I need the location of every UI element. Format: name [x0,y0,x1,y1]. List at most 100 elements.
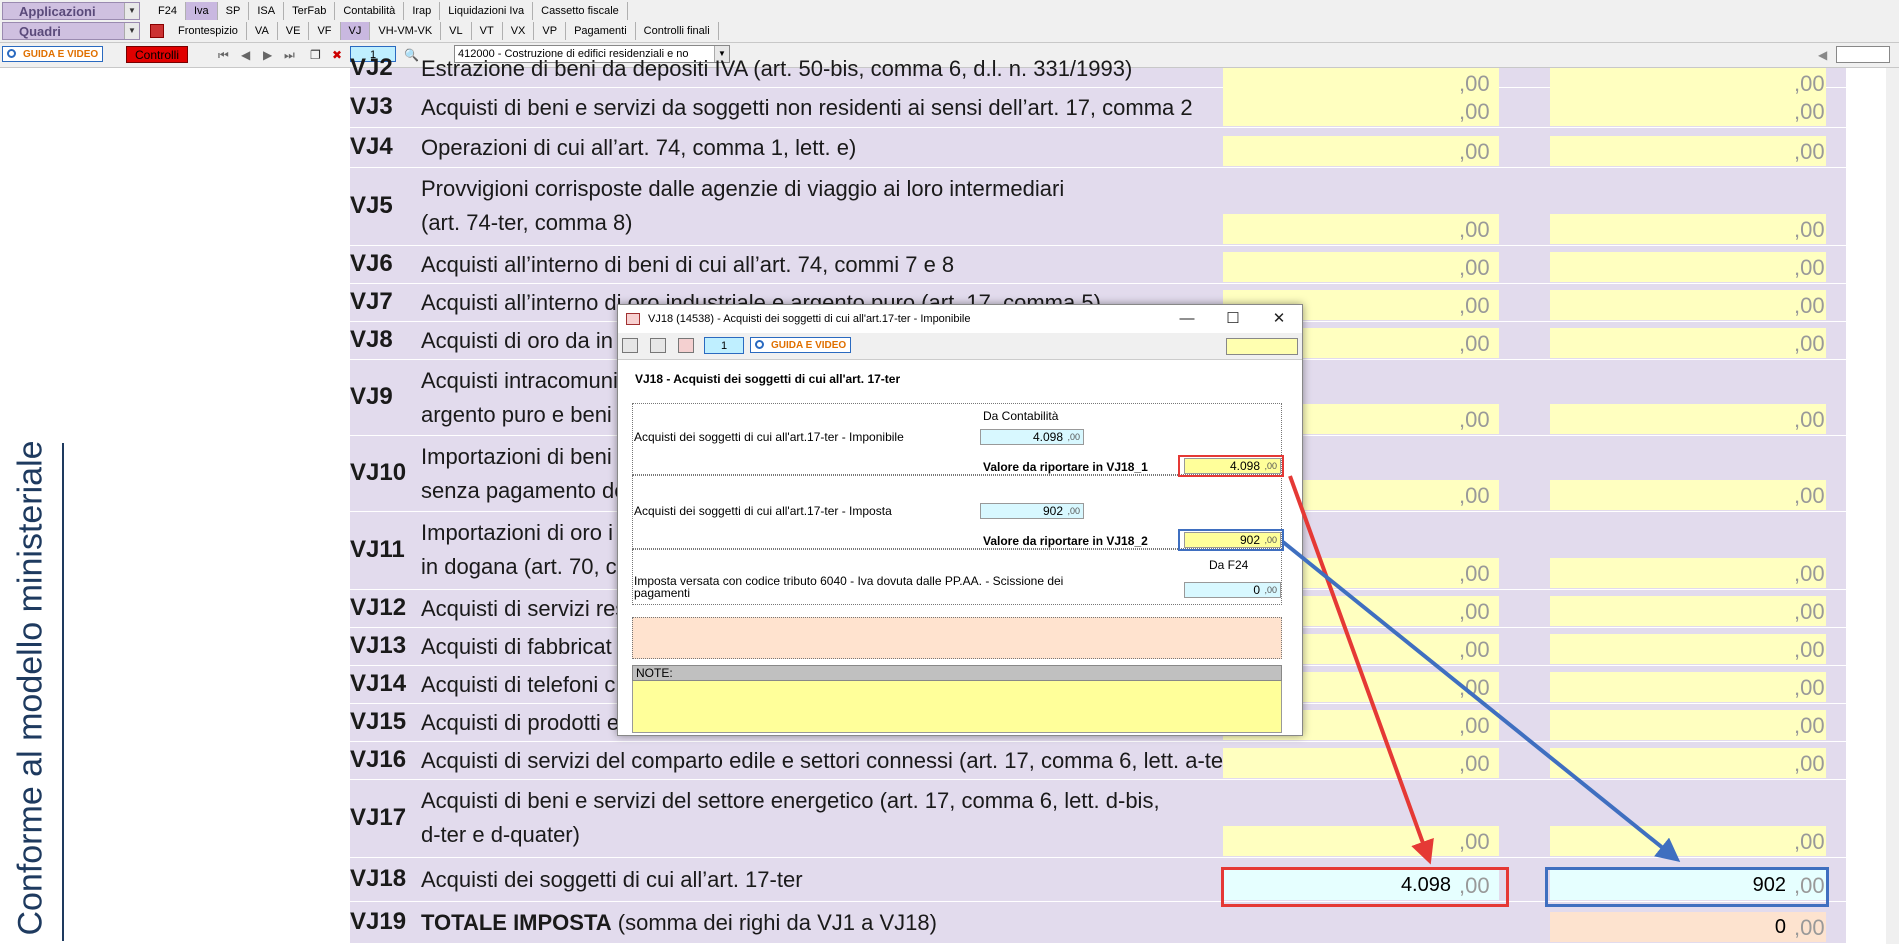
row-description: Acquisti di servizi res [421,596,627,621]
tab-vj[interactable]: VJ [340,22,371,40]
imposta-value: 902 [1042,504,1063,518]
tab-controlli-finali[interactable]: Controlli finali [636,22,719,40]
versata-field[interactable]: 0,00 [1184,582,1281,598]
form-row-vj3: VJ3 Acquisti di beni e servizi da soggett… [350,88,1846,128]
tab-sp[interactable]: SP [218,2,250,20]
tab-cassetto-fiscale[interactable]: Cassetto fiscale [533,2,628,20]
field-vj10-b[interactable] [1550,480,1826,510]
row-description-bold: TOTALE IMPOSTA [421,910,612,935]
quadri-dropdown[interactable]: Quadri ▼ [2,22,140,40]
row-description: Estrazione di beni da depositi IVA (art.… [421,56,1133,81]
field-vj5-b[interactable] [1550,214,1826,244]
cents-vj5-b: ,00 [1794,217,1825,242]
field-vj17-b[interactable] [1550,826,1826,856]
first-icon[interactable]: ⏮ [218,48,229,63]
row-code: VJ17 [350,804,407,831]
tab-ve[interactable]: VE [278,22,310,40]
scroll-left-icon[interactable]: ◀ [1818,48,1827,62]
tab-isa[interactable]: ISA [249,2,285,20]
dialog-yellow-field[interactable] [1226,338,1298,355]
prev-icon[interactable]: ◀ [241,48,250,62]
search-icon[interactable]: 🔍 [404,48,419,62]
field-vj3-a[interactable] [1223,96,1499,126]
cents-vj4-a: ,00 [1459,139,1490,164]
cents: ,00 [1067,432,1080,442]
tab-contabilit-[interactable]: Contabilità [335,2,405,20]
field-vj8-b[interactable] [1550,328,1826,358]
row-code: VJ7 [350,288,393,315]
field-vj7-b[interactable] [1550,290,1826,320]
field-vj11-b[interactable] [1550,558,1826,588]
dialog-page-field[interactable]: 1 [704,337,744,354]
tab-va[interactable]: VA [247,22,278,40]
da-f24-label: Da F24 [1209,558,1249,572]
cents-vj6-b: ,00 [1794,255,1825,280]
field-vj14-b[interactable] [1550,672,1826,702]
row-description: Acquisti dei soggetti di cui all’art. 17… [421,867,803,892]
field-vj3-b[interactable] [1550,96,1826,126]
maximize-icon[interactable]: ☐ [1210,305,1256,333]
chevron-down-icon[interactable]: ▼ [124,3,139,19]
tab-vh-vm-vk[interactable]: VH-VM-VK [370,22,442,40]
last-icon[interactable]: ⏭ [284,48,295,63]
guida-video-button[interactable]: GUIDA E VIDEO [2,46,104,62]
pdf-icon[interactable] [150,24,164,38]
field-vj16-a[interactable] [1223,748,1499,778]
cents-vj11-b: ,00 [1794,561,1825,586]
field-vj9-b[interactable] [1550,404,1826,434]
tab-vf[interactable]: VF [309,22,341,40]
exit-icon[interactable] [622,338,638,353]
cents-vj13-a: ,00 [1459,637,1490,662]
tab-vx[interactable]: VX [503,22,535,40]
tab-f24[interactable]: F24 [150,2,186,20]
tab-liquidazioni-iva[interactable]: Liquidazioni Iva [440,2,534,20]
row-code: VJ5 [350,192,393,219]
tab-vp[interactable]: VP [534,22,567,40]
imposta-contabilita-field[interactable]: 902,00 [980,503,1084,519]
tab-irap[interactable]: Irap [404,2,441,20]
dialog-guida-video-button[interactable]: GUIDA E VIDEO [750,337,852,353]
row-description: Acquisti di beni e servizi del settore e… [421,788,1160,813]
copy-icon[interactable]: ❐ [310,48,321,62]
tab-iva[interactable]: Iva [185,2,218,20]
tab-terfab[interactable]: TerFab [284,2,336,20]
row-description-line2: (art. 74-ter, comma 8) [421,210,633,235]
field-vj17-a[interactable] [1223,826,1499,856]
note-label: NOTE: [632,665,1282,681]
tab-vt[interactable]: VT [472,22,503,40]
field-vj4-a[interactable] [1223,136,1499,166]
cents-vj8-b: ,00 [1794,331,1825,356]
field-vj12-b[interactable] [1550,596,1826,626]
field-vj6-a[interactable] [1223,252,1499,282]
form-row-vj16: VJ16 Acquisti di servizi del comparto edi… [350,742,1846,780]
imponibile-contabilita-field[interactable]: 4.098 ,00 [980,429,1084,445]
cents: ,00 [1067,506,1080,516]
delete-icon[interactable]: ✖ [332,48,342,62]
row-description: Importazioni di beni [421,444,612,469]
controlli-button[interactable]: Controlli [126,46,188,63]
tab-pagamenti[interactable]: Pagamenti [566,22,636,40]
side-divider [62,443,64,941]
form-row-vj2: VJ2 Estrazione di beni da depositi IVA (a… [350,54,1846,98]
delete-icon[interactable] [678,338,694,353]
applicazioni-dropdown[interactable]: Applicazioni ▼ [2,2,140,20]
next-icon[interactable]: ▶ [263,48,272,62]
print-icon[interactable] [650,338,666,353]
minimize-icon[interactable]: — [1164,305,1210,333]
note-textarea[interactable] [632,681,1282,733]
vertical-scrollbar[interactable] [1886,68,1899,944]
field-vj5-a[interactable] [1223,214,1499,244]
field-vj13-b[interactable] [1550,634,1826,664]
chevron-down-icon[interactable]: ▼ [124,23,139,39]
tab-frontespizio[interactable]: Frontespizio [170,22,247,40]
field-vj15-b[interactable] [1550,710,1826,740]
row-code: VJ4 [350,133,393,160]
dialog-titlebar[interactable]: VJ18 (14538) - Acquisti dei soggetti di … [618,305,1302,333]
field-vj6-b[interactable] [1550,252,1826,282]
right-search-field[interactable] [1836,46,1890,63]
close-icon[interactable]: ✕ [1256,305,1302,333]
tab-vl[interactable]: VL [441,22,472,40]
field-vj16-b[interactable] [1550,748,1826,778]
field-vj4-b[interactable] [1550,136,1826,166]
versata-label-1: Imposta versata con codice tributo 6040 … [634,574,1064,588]
